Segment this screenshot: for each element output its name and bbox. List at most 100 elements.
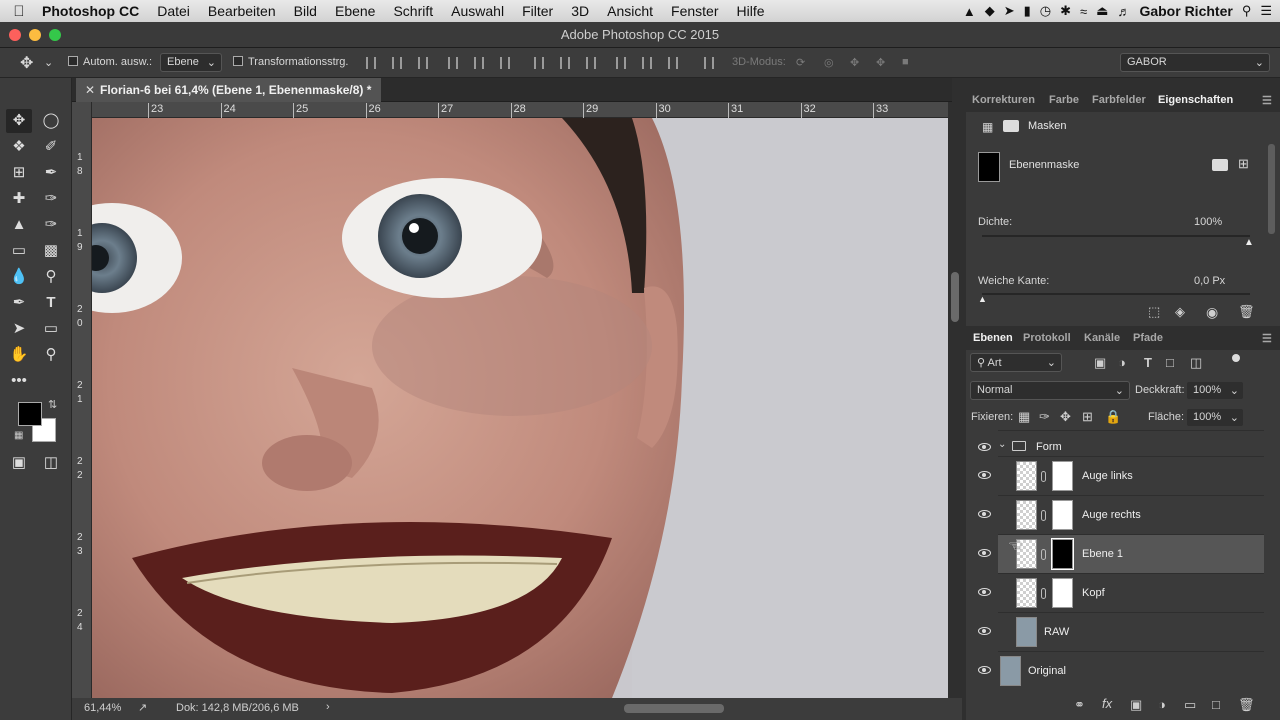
- filter-toggle-icon[interactable]: [1232, 354, 1240, 362]
- align-bottom-icon[interactable]: [418, 57, 428, 69]
- eraser-tool-icon[interactable]: ▭: [6, 239, 32, 263]
- layer-row[interactable]: Original: [978, 651, 1264, 690]
- 3d-drag-icon[interactable]: ✥: [850, 56, 859, 69]
- lock-transparency-icon[interactable]: ▦: [1018, 409, 1030, 425]
- hand-tool-icon[interactable]: ✋: [6, 343, 32, 367]
- layer-row[interactable]: Kopf: [978, 573, 1264, 612]
- delete-layer-icon[interactable]: 🗑: [1238, 697, 1255, 713]
- layer-mask-thumbnail[interactable]: [1051, 538, 1074, 570]
- load-selection-icon[interactable]: ⬚: [1148, 304, 1160, 320]
- time-machine-icon[interactable]: ◷: [1040, 3, 1051, 19]
- zoom-level[interactable]: 61,44%: [84, 702, 121, 714]
- chevron-down-icon[interactable]: ⌄: [998, 439, 1006, 450]
- menu-app-name[interactable]: Photoshop CC: [38, 3, 148, 19]
- wifi-icon[interactable]: ≈: [1080, 4, 1087, 19]
- notification-list-icon[interactable]: ☰: [1260, 3, 1272, 19]
- tab-ebenen[interactable]: Ebenen: [973, 332, 1013, 344]
- tool-preset-chevron-icon[interactable]: ⌄: [44, 56, 53, 69]
- visibility-eye-icon[interactable]: [978, 510, 991, 518]
- battery-icon[interactable]: ▮: [1024, 3, 1031, 19]
- share-icon[interactable]: ↗: [138, 701, 147, 714]
- move-tool-icon[interactable]: ✥: [6, 109, 32, 133]
- add-pixel-mask-icon[interactable]: [1212, 159, 1228, 171]
- quick-select-tool-icon[interactable]: ✐: [38, 135, 64, 159]
- menu-ansicht[interactable]: Ansicht: [598, 3, 662, 19]
- feather-slider-track[interactable]: [982, 293, 1250, 295]
- ruler-horizontal[interactable]: 23 24 25 26 27 28 29 30 31 32 33: [92, 102, 948, 118]
- link-icon[interactable]: [1041, 471, 1046, 482]
- screen-mode-icon[interactable]: ◫: [38, 451, 64, 475]
- auto-align-icon[interactable]: [704, 57, 714, 69]
- lock-artboard-icon[interactable]: ⊞: [1082, 409, 1093, 425]
- layer-filter-dropdown[interactable]: ⚲ Art ⌄: [970, 353, 1062, 372]
- tab-korrekturen[interactable]: Korrekturen: [972, 94, 1035, 106]
- marquee-tool-icon[interactable]: ◯: [38, 109, 64, 133]
- adjustment-layer-icon[interactable]: ◑: [1158, 697, 1166, 712]
- vertical-scrollbar[interactable]: [948, 102, 962, 698]
- lasso-tool-icon[interactable]: ❖: [6, 135, 32, 159]
- add-mask-icon[interactable]: ▣: [1130, 697, 1142, 713]
- density-slider-track[interactable]: [982, 235, 1250, 237]
- link-icon[interactable]: [1041, 549, 1046, 560]
- menu-bild[interactable]: Bild: [285, 3, 326, 19]
- align-right-icon[interactable]: [500, 57, 510, 69]
- visibility-eye-icon[interactable]: [978, 666, 991, 674]
- 3d-roll-icon[interactable]: ◎: [824, 56, 834, 69]
- user-name[interactable]: Gabor Richter: [1139, 3, 1232, 19]
- add-vector-mask-icon[interactable]: ⊞: [1238, 156, 1249, 172]
- crop-tool-icon[interactable]: ⊞: [6, 161, 32, 185]
- density-slider-thumb[interactable]: ▲: [1244, 237, 1254, 248]
- density-value[interactable]: 100%: [1194, 216, 1222, 228]
- foreground-color-swatch[interactable]: [18, 402, 42, 426]
- delete-mask-icon[interactable]: 🗑: [1238, 304, 1255, 320]
- send-icon[interactable]: ➤: [1004, 3, 1015, 19]
- layer-mask-thumbnail[interactable]: [1052, 500, 1073, 530]
- distribute-vcenter-icon[interactable]: [560, 57, 570, 69]
- menu-datei[interactable]: Datei: [148, 3, 199, 19]
- vertical-scroll-thumb[interactable]: [951, 272, 959, 322]
- link-layers-icon[interactable]: ⚭: [1074, 697, 1085, 713]
- menu-hilfe[interactable]: Hilfe: [728, 3, 774, 19]
- document-tab[interactable]: ✕ Florian-6 bei 61,4% (Ebene 1, Ebenenma…: [76, 78, 382, 102]
- brush-tool-icon[interactable]: ✑: [38, 187, 64, 211]
- visibility-eye-icon[interactable]: [978, 588, 991, 596]
- transform-controls-checkbox[interactable]: Transformationsstrg.: [233, 56, 348, 68]
- gradient-tool-icon[interactable]: ▩: [38, 239, 64, 263]
- filter-shape-icon[interactable]: □: [1166, 355, 1174, 370]
- visibility-eye-icon[interactable]: [978, 627, 991, 635]
- type-tool-icon[interactable]: T: [38, 291, 64, 315]
- layer-row[interactable]: Auge links: [978, 456, 1264, 495]
- tab-protokoll[interactable]: Protokoll: [1023, 332, 1071, 344]
- menu-3d[interactable]: 3D: [562, 3, 598, 19]
- 3d-slide-icon[interactable]: ✥: [876, 56, 885, 69]
- panel-menu-icon[interactable]: ☰: [1262, 332, 1272, 345]
- menu-fenster[interactable]: Fenster: [662, 3, 727, 19]
- rectangle-tool-icon[interactable]: ▭: [38, 317, 64, 341]
- eyedropper-tool-icon[interactable]: ✒: [38, 161, 64, 185]
- distribute-left-icon[interactable]: [616, 57, 626, 69]
- healing-brush-tool-icon[interactable]: ✚: [6, 187, 32, 211]
- ruler-vertical[interactable]: 1 8 1 9 2 0 2 1 2 2 2 3 2 4: [72, 102, 92, 698]
- layer-row[interactable]: RAW: [978, 612, 1264, 651]
- tab-pfade[interactable]: Pfade: [1133, 332, 1163, 344]
- pixel-mask-icon[interactable]: ▦: [982, 120, 993, 134]
- home-icon[interactable]: ▲: [963, 4, 976, 19]
- feather-value[interactable]: 0,0 Px: [1194, 275, 1225, 287]
- align-left-icon[interactable]: [448, 57, 458, 69]
- menu-filter[interactable]: Filter: [513, 3, 562, 19]
- horizontal-scroll-thumb[interactable]: [624, 704, 724, 713]
- menu-schrift[interactable]: Schrift: [384, 3, 442, 19]
- tab-farbe[interactable]: Farbe: [1049, 94, 1079, 106]
- default-colors-icon[interactable]: ▦: [14, 430, 23, 441]
- distribute-bottom-icon[interactable]: [586, 57, 596, 69]
- new-layer-icon[interactable]: □: [1212, 697, 1220, 712]
- new-group-icon[interactable]: ▭: [1184, 697, 1196, 713]
- visibility-eye-icon[interactable]: [978, 471, 991, 479]
- blur-tool-icon[interactable]: 💧: [6, 265, 32, 289]
- fill-field[interactable]: 100% ⌄: [1186, 408, 1244, 427]
- filter-pixel-icon[interactable]: ▣: [1094, 355, 1106, 371]
- auto-select-dropdown[interactable]: Ebene ⌄: [160, 53, 222, 72]
- menu-auswahl[interactable]: Auswahl: [442, 3, 513, 19]
- menu-ebene[interactable]: Ebene: [326, 3, 384, 19]
- distribute-top-icon[interactable]: [534, 57, 544, 69]
